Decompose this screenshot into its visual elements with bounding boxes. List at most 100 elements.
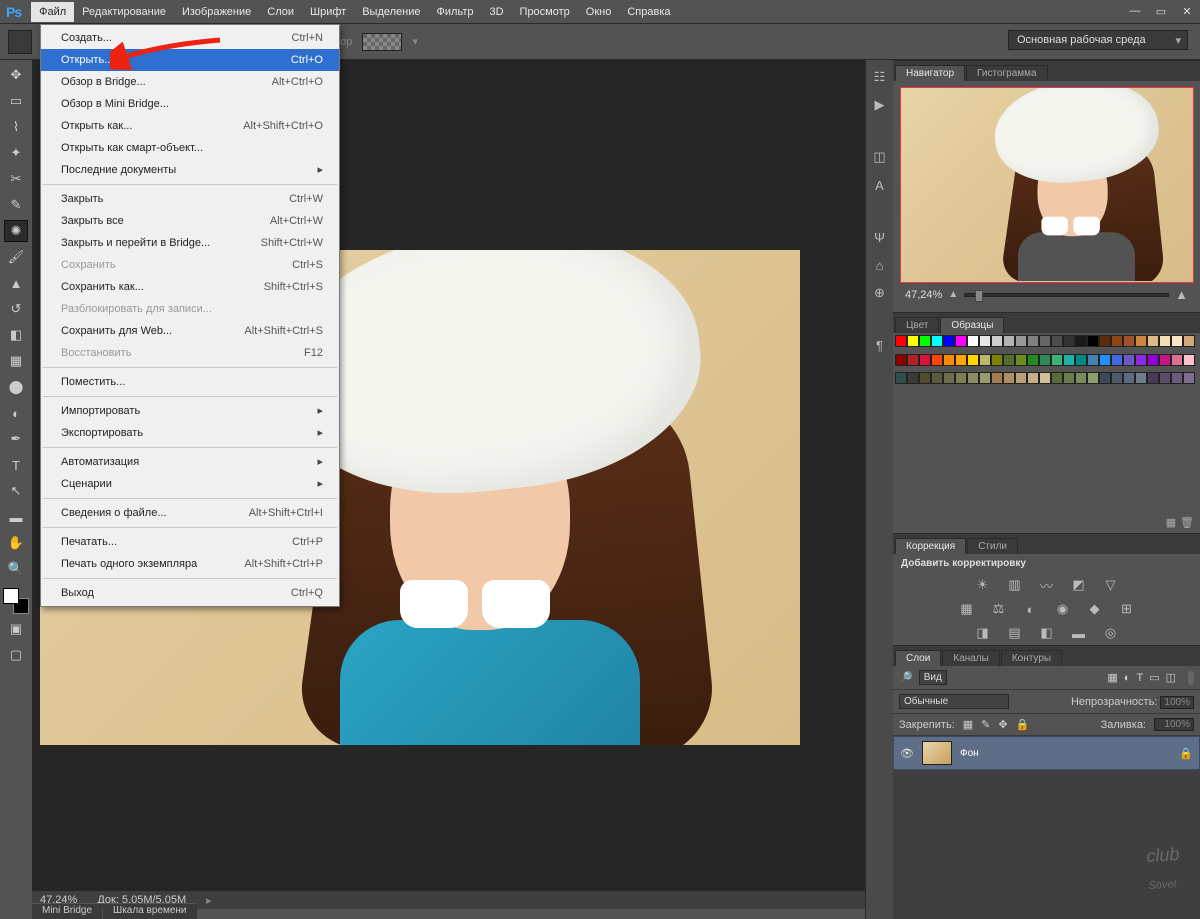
swatch[interactable] bbox=[1027, 354, 1039, 366]
navigator-zoom-slider[interactable] bbox=[964, 293, 1169, 297]
swatch[interactable] bbox=[1051, 354, 1063, 366]
swatch[interactable] bbox=[1171, 354, 1183, 366]
blend-mode-select[interactable]: Обычные bbox=[899, 694, 1009, 709]
navigator-zoom-value[interactable]: 47,24% bbox=[905, 289, 942, 301]
minimize-icon[interactable]: — bbox=[1128, 4, 1142, 18]
lock-move-icon[interactable]: ✥ bbox=[998, 718, 1007, 731]
crop-tool-icon[interactable]: ✂ bbox=[4, 168, 28, 190]
swatch[interactable] bbox=[979, 354, 991, 366]
swatch[interactable] bbox=[1159, 354, 1171, 366]
swatch[interactable] bbox=[1147, 372, 1159, 384]
character-panel-icon[interactable]: A bbox=[871, 176, 889, 194]
eraser-tool-icon[interactable]: ◧ bbox=[4, 324, 28, 346]
swatch[interactable] bbox=[907, 372, 919, 384]
tab-color[interactable]: Цвет bbox=[895, 317, 939, 333]
swatch[interactable] bbox=[967, 335, 979, 347]
brush-tool-icon[interactable]: 🖌 bbox=[4, 246, 28, 268]
swatch[interactable] bbox=[1147, 354, 1159, 366]
blur-tool-icon[interactable]: ⬤ bbox=[4, 376, 28, 398]
swatch[interactable] bbox=[1111, 372, 1123, 384]
menu-item[interactable]: Автоматизация bbox=[41, 451, 339, 473]
swatch[interactable] bbox=[1171, 372, 1183, 384]
hand-tool-icon[interactable]: ✋ bbox=[4, 532, 28, 554]
menu-фильтр[interactable]: Фильтр bbox=[429, 2, 482, 22]
brushpresets-panel-icon[interactable]: ⌂ bbox=[871, 256, 889, 274]
swatch[interactable] bbox=[1183, 372, 1195, 384]
menu-item[interactable]: ВыходCtrl+Q bbox=[41, 582, 339, 604]
opacity-field[interactable]: 100% bbox=[1160, 696, 1194, 709]
workspace-selector[interactable]: Основная рабочая среда bbox=[1008, 30, 1188, 50]
menu-item[interactable]: Создать...Ctrl+N bbox=[41, 27, 339, 49]
levels-icon[interactable]: ▥ bbox=[1006, 577, 1024, 593]
swatch[interactable] bbox=[1003, 354, 1015, 366]
brush-panel-icon[interactable]: Ψ bbox=[871, 228, 889, 246]
swatch[interactable] bbox=[1027, 372, 1039, 384]
menu-item[interactable]: Закрыть всеAlt+Ctrl+W bbox=[41, 210, 339, 232]
swatch[interactable] bbox=[1147, 335, 1159, 347]
swatch[interactable] bbox=[1063, 372, 1075, 384]
swatch[interactable] bbox=[1039, 372, 1051, 384]
menu-шрифт[interactable]: Шрифт bbox=[302, 2, 354, 22]
balance-icon[interactable]: ⚖ bbox=[990, 601, 1008, 617]
selective-color-icon[interactable]: ◎ bbox=[1102, 625, 1120, 641]
tab-styles[interactable]: Стили bbox=[967, 538, 1018, 554]
visibility-icon[interactable]: 👁 bbox=[900, 747, 914, 760]
stamp-tool-icon[interactable]: ▲ bbox=[4, 272, 28, 294]
curves-icon[interactable]: 〰 bbox=[1038, 577, 1056, 593]
swatch[interactable] bbox=[1159, 372, 1171, 384]
menu-item[interactable]: Открыть как...Alt+Shift+Ctrl+O bbox=[41, 115, 339, 137]
swatch[interactable] bbox=[1027, 335, 1039, 347]
swatch[interactable] bbox=[1123, 335, 1135, 347]
navigator-thumbnail[interactable] bbox=[900, 87, 1194, 283]
swatch[interactable] bbox=[1159, 335, 1171, 347]
swatch[interactable] bbox=[955, 354, 967, 366]
tab-mini-bridge[interactable]: Mini Bridge bbox=[32, 903, 102, 919]
swatch[interactable] bbox=[943, 335, 955, 347]
exposure-icon[interactable]: ◩ bbox=[1070, 577, 1088, 593]
path-tool-icon[interactable]: ↖ bbox=[4, 480, 28, 502]
menu-item[interactable]: Импортировать bbox=[41, 400, 339, 422]
gradient-tool-icon[interactable]: ▦ bbox=[4, 350, 28, 372]
swatch[interactable] bbox=[1015, 372, 1027, 384]
swatch[interactable] bbox=[919, 335, 931, 347]
filter-toggle[interactable] bbox=[1188, 671, 1194, 685]
swatch[interactable] bbox=[1171, 335, 1183, 347]
healing-tool-icon[interactable]: ✺ bbox=[4, 220, 28, 242]
swatch[interactable] bbox=[991, 354, 1003, 366]
swatch[interactable] bbox=[1015, 335, 1027, 347]
zoom-tool-icon[interactable]: 🔍 bbox=[4, 558, 28, 580]
zoom-in-icon[interactable]: ▲ bbox=[1175, 287, 1188, 302]
menu-item[interactable]: Обзор в Bridge...Alt+Ctrl+O bbox=[41, 71, 339, 93]
swatch[interactable] bbox=[1051, 335, 1063, 347]
fill-field[interactable]: 100% bbox=[1154, 718, 1194, 731]
swatch[interactable] bbox=[967, 372, 979, 384]
posterize-icon[interactable]: ▤ bbox=[1006, 625, 1024, 641]
menu-item[interactable]: Открыть как смарт-объект... bbox=[41, 137, 339, 159]
swatch[interactable] bbox=[895, 335, 907, 347]
tab-adjustments[interactable]: Коррекция bbox=[895, 538, 966, 554]
swatch[interactable] bbox=[1003, 372, 1015, 384]
swatch[interactable] bbox=[1003, 335, 1015, 347]
swatch[interactable] bbox=[1075, 354, 1087, 366]
gradient-map-icon[interactable]: ▬ bbox=[1070, 625, 1088, 641]
menu-item[interactable]: ЗакрытьCtrl+W bbox=[41, 188, 339, 210]
layer-thumbnail[interactable] bbox=[922, 741, 952, 765]
lock-position-icon[interactable]: ✎ bbox=[981, 718, 990, 731]
tab-layers[interactable]: Слои bbox=[895, 650, 941, 666]
swatch[interactable] bbox=[919, 372, 931, 384]
menu-item[interactable]: Сохранить для Web...Alt+Shift+Ctrl+S bbox=[41, 320, 339, 342]
wand-tool-icon[interactable]: ✦ bbox=[4, 142, 28, 164]
swatch[interactable] bbox=[1063, 335, 1075, 347]
vibrance-icon[interactable]: ▽ bbox=[1102, 577, 1120, 593]
properties-panel-icon[interactable]: ◫ bbox=[871, 148, 889, 166]
swatch[interactable] bbox=[931, 354, 943, 366]
tool-preset-thumb[interactable] bbox=[8, 30, 32, 54]
shape-tool-icon[interactable]: ▬ bbox=[4, 506, 28, 528]
menu-файл[interactable]: Файл bbox=[31, 2, 74, 22]
dodge-tool-icon[interactable]: ◐ bbox=[4, 402, 28, 424]
menu-item[interactable]: Экспортировать bbox=[41, 422, 339, 444]
quickmask-icon[interactable]: ▣ bbox=[4, 618, 28, 640]
swatch[interactable] bbox=[907, 335, 919, 347]
history-panel-icon[interactable]: ☷ bbox=[871, 68, 889, 86]
swatch[interactable] bbox=[1063, 354, 1075, 366]
